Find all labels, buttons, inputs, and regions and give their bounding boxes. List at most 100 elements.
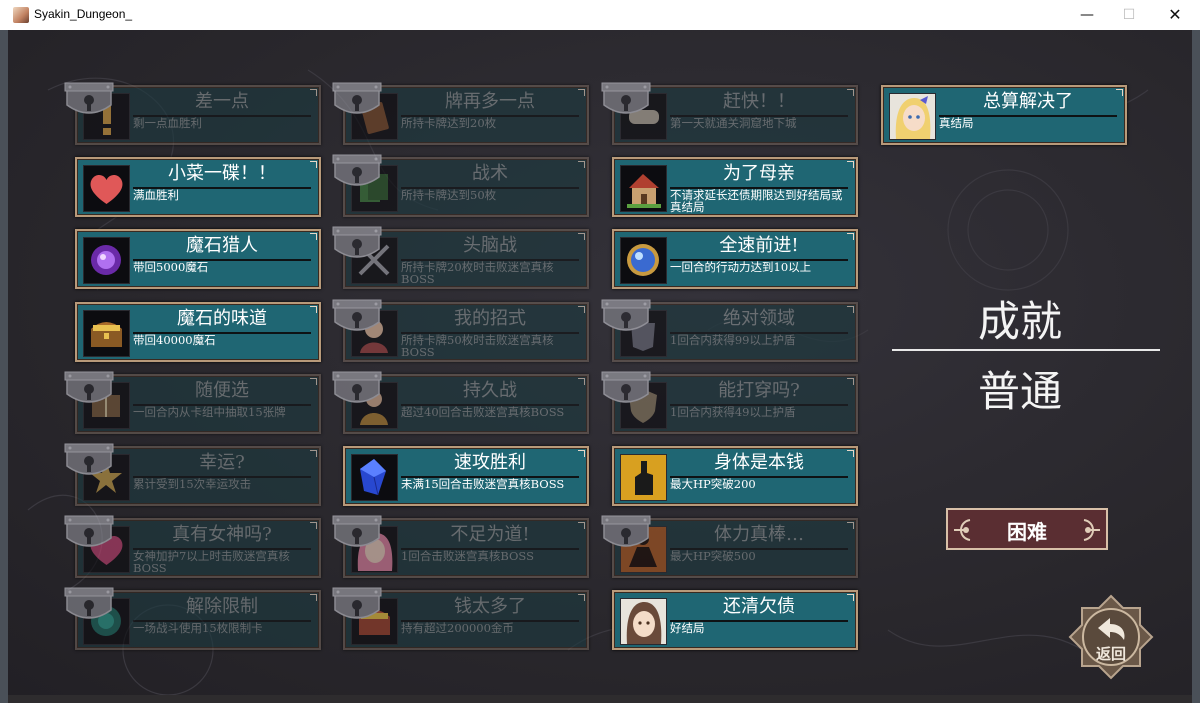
padlock-icon [64, 515, 114, 547]
achievement-title: 差一点 [133, 88, 311, 117]
achievement-title: 牌再多一点 [401, 88, 579, 117]
achievement-card[interactable]: 身体是本钱 最大HP突破200 [612, 446, 858, 506]
achievement-title: 小菜一碟！！ [133, 160, 311, 189]
achievement-card[interactable]: 战术 所持卡牌达到50枚 [332, 154, 589, 217]
card-corner-ornament [847, 89, 854, 96]
achievement-card[interactable]: 能打穿吗? 1回合内获得49以上护盾 [601, 371, 858, 434]
achievement-card[interactable]: 头脑战 所持卡牌20枚时击败迷宫真核BOSS [332, 226, 589, 289]
card-corner-ornament [847, 161, 854, 168]
achievement-description: 一场战斗使用15枚限制卡 [133, 621, 263, 635]
app-icon [13, 7, 29, 23]
padlock-icon [332, 82, 382, 114]
achievement-card[interactable]: 魔石的味道 带回40000魔石 [75, 302, 321, 362]
achievement-description: 最大HP突破500 [670, 549, 756, 563]
achievement-card[interactable]: 我的招式 所持卡牌50枚时击败迷宫真核BOSS [332, 299, 589, 362]
achievement-card[interactable]: 体力真棒… 最大HP突破500 [601, 515, 858, 578]
achievement-title: 解除限制 [133, 593, 311, 622]
card-corner-ornament [847, 233, 854, 240]
padlock-icon [332, 299, 382, 331]
achievement-description: 满血胜利 [133, 188, 179, 202]
maximize-button[interactable]: ☐ [1106, 0, 1152, 30]
achievement-card[interactable]: 还清欠债 好结局 [612, 590, 858, 650]
card-corner-ornament [847, 450, 854, 457]
achievement-description: 带回5000魔石 [133, 260, 209, 274]
achievement-card[interactable]: 赶快！！ 第一天就通关洞窟地下城 [601, 82, 858, 145]
card-corner-ornament [578, 161, 585, 168]
current-difficulty: 普通 [977, 367, 1062, 416]
card-corner-ornament [310, 89, 317, 96]
achievement-description: 不请求延长还债期限达到好结局或真结局 [670, 188, 843, 214]
card-corner-ornament [310, 233, 317, 240]
brunette-heroine-icon [620, 598, 667, 645]
close-button[interactable]: ✕ [1152, 0, 1198, 30]
card-corner-ornament [310, 161, 317, 168]
achievement-card[interactable]: 随便选 一回合内从卡组中抽取15张牌 [64, 371, 321, 434]
achievement-card[interactable]: 小菜一碟！！ 满血胜利 [75, 157, 321, 217]
back-button[interactable]: 返回 [1068, 594, 1154, 680]
achievement-card[interactable]: 差一点 剩一点血胜利 [64, 82, 321, 145]
achievement-card[interactable]: 绝对领域 1回合内获得99以上护盾 [601, 299, 858, 362]
padlock-icon [64, 82, 114, 114]
achievement-card[interactable]: 全速前进! 一回合的行动力达到10以上 [612, 229, 858, 289]
achievement-card[interactable]: 不足为道! 1回合击败迷宫真核BOSS [332, 515, 589, 578]
achievement-description: 累计受到15次幸运攻击 [133, 477, 252, 491]
fist-icon [620, 454, 667, 501]
achievement-title: 总算解决了 [939, 88, 1117, 117]
padlock-icon [601, 82, 651, 114]
padlock-icon [64, 587, 114, 619]
achievement-card[interactable]: 钱太多了 持有超过200000金币 [332, 587, 589, 650]
card-corner-ornament [578, 450, 585, 457]
card-corner-ornament [1116, 89, 1123, 96]
achievement-title: 还清欠债 [670, 593, 848, 622]
padlock-icon [332, 226, 382, 258]
game-screen: 差一点 剩一点血胜利 牌再多一点 所持卡牌达到20枚 赶快！！ 第一天就通关洞窟地下城 总算… [8, 30, 1192, 695]
hard-difficulty-button[interactable]: 困难 [946, 508, 1108, 550]
achievement-description: 所持卡牌50枚时击败迷宫真核BOSS [401, 333, 554, 359]
achievement-title: 头脑战 [401, 232, 579, 261]
card-corner-ornament [310, 378, 317, 385]
achievement-card[interactable]: 速攻胜利 未满15回合击败迷宫真核BOSS [343, 446, 589, 506]
achievements-heading: 成就 [977, 297, 1062, 346]
achievement-card[interactable]: 真有女神吗? 女神加护7以上时击败迷宫真核BOSS [64, 515, 321, 578]
achievement-card[interactable]: 为了母亲 不请求延长还债期限达到好结局或真结局 [612, 157, 858, 217]
achievement-title: 赶快！！ [670, 88, 848, 117]
card-corner-ornament [578, 89, 585, 96]
achievement-title: 速攻胜利 [401, 449, 579, 478]
achievement-title: 不足为道! [401, 521, 579, 550]
achievement-description: 一回合内从卡组中抽取15张牌 [133, 405, 286, 419]
achievement-title: 身体是本钱 [670, 449, 848, 478]
minimize-button[interactable]: — [1064, 0, 1110, 30]
achievement-description: 未满15回合击败迷宫真核BOSS [401, 477, 565, 491]
achievement-title: 随便选 [133, 377, 311, 406]
achievement-card[interactable]: 幸运? 累计受到15次幸运攻击 [64, 443, 321, 506]
achievement-description: 一回合的行动力达到10以上 [670, 260, 812, 274]
card-corner-ornament [310, 450, 317, 457]
window-edge-left [0, 30, 8, 703]
achievement-card[interactable]: 总算解决了 真结局 [881, 85, 1127, 145]
window-title: Syakin_Dungeon_ [34, 7, 133, 21]
house-icon [620, 165, 667, 212]
orb-icon [620, 237, 667, 284]
achievement-card[interactable]: 持久战 超过40回合击败迷宫真核BOSS [332, 371, 589, 434]
achievement-card[interactable]: 牌再多一点 所持卡牌达到20枚 [332, 82, 589, 145]
achievement-title: 真有女神吗? [133, 521, 311, 550]
card-corner-ornament [310, 522, 317, 529]
padlock-icon [332, 587, 382, 619]
padlock-icon [64, 371, 114, 403]
card-corner-ornament [847, 306, 854, 313]
achievement-title: 全速前进! [670, 232, 848, 261]
achievement-card[interactable]: 解除限制 一场战斗使用15枚限制卡 [64, 587, 321, 650]
achievement-title: 持久战 [401, 377, 579, 406]
achievement-title: 能打穿吗? [670, 377, 848, 406]
achievement-description: 女神加护7以上时击败迷宫真核BOSS [133, 549, 290, 575]
achievement-title: 幸运? [133, 449, 311, 478]
padlock-icon [332, 515, 382, 547]
achievement-card[interactable]: 魔石猎人 带回5000魔石 [75, 229, 321, 289]
achievement-description: 超过40回合击败迷宫真核BOSS [401, 405, 565, 419]
treasure-chest-icon [83, 310, 130, 357]
padlock-icon [332, 154, 382, 186]
achievement-description: 所持卡牌达到20枚 [401, 116, 497, 130]
blue-crystal-icon [351, 454, 398, 501]
achievement-title: 魔石猎人 [133, 232, 311, 261]
achievement-description: 真结局 [939, 116, 974, 130]
